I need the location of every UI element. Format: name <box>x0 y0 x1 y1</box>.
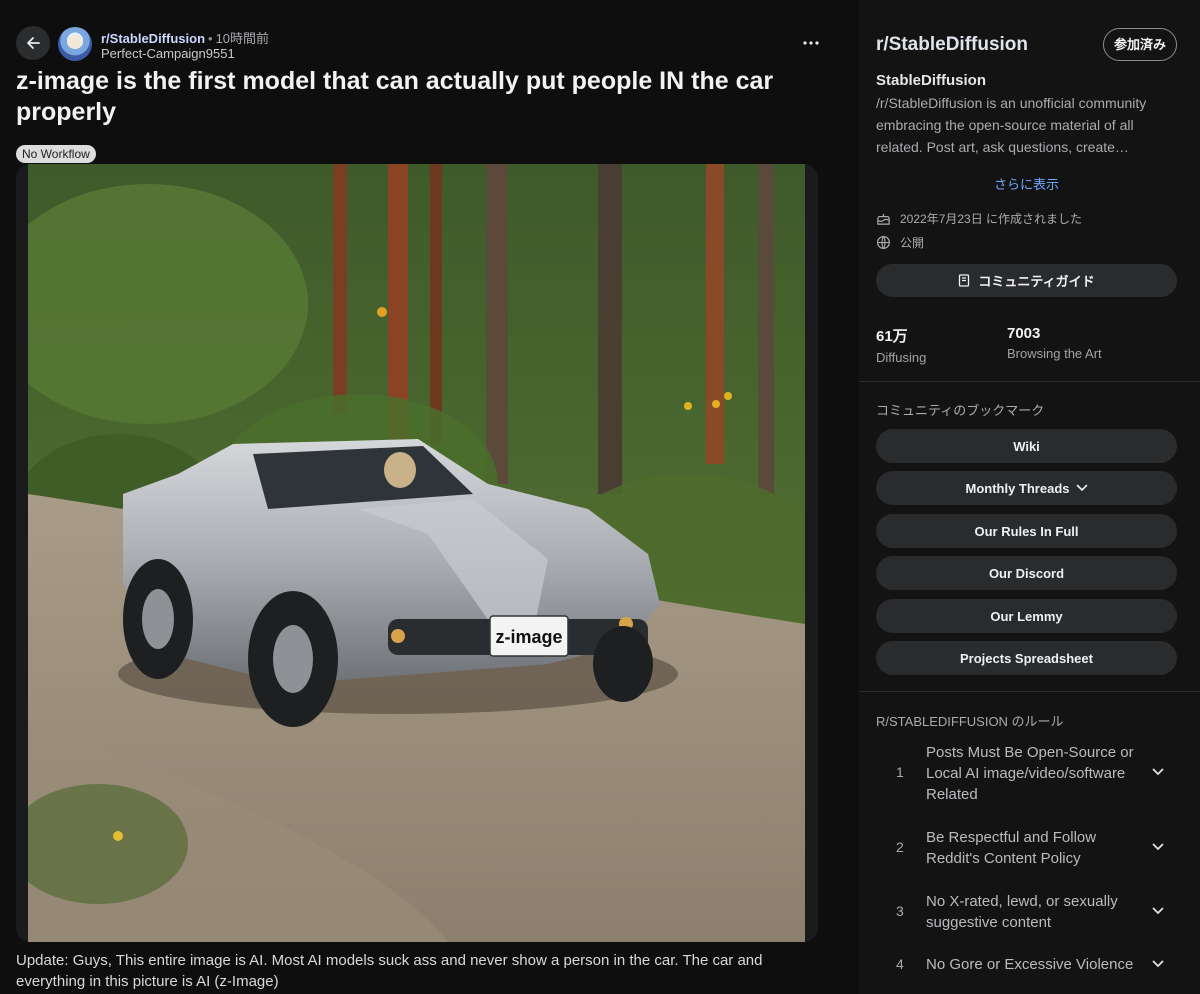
sidebar-divider <box>859 381 1200 382</box>
post-header: r/StableDiffusion • 10時間前 Perfect-Campaign… <box>16 26 826 62</box>
online-stat: 7003 Browsing the Art <box>1007 325 1102 361</box>
bookmark-monthly-threads-button[interactable]: Monthly Threads <box>876 471 1177 505</box>
bookmark-label: Our Lemmy <box>990 608 1063 624</box>
bookmark-spreadsheet-button[interactable]: Projects Spreadsheet <box>876 641 1177 675</box>
post-time: 10時間前 <box>215 31 270 46</box>
rule-text: No Gore or Excessive Violence <box>926 956 1134 973</box>
post-media[interactable]: z-image <box>16 164 818 942</box>
more-options-button[interactable] <box>796 32 826 56</box>
post-title: z-image is the first model that can actu… <box>16 67 774 126</box>
separator-dot: • <box>208 31 213 46</box>
bookmark-wiki-button[interactable]: Wiki <box>876 429 1177 463</box>
rule-number: 3 <box>896 903 904 919</box>
chevron-down-icon <box>1152 768 1164 776</box>
visibility-text: 公開 <box>900 236 925 250</box>
back-button[interactable] <box>16 26 50 60</box>
car-photo: z-image <box>28 164 805 942</box>
rule-item[interactable]: 1 Posts Must Be Open-Source or Local AI … <box>876 742 1181 806</box>
member-count: 61万 <box>876 328 908 345</box>
rule-item[interactable]: 3 No X-rated, lewd, or sexually suggesti… <box>876 891 1181 935</box>
sidebar-divider <box>859 691 1200 692</box>
rule-number: 2 <box>896 839 904 855</box>
rules-section-title: R/STABLEDIFFUSION のルール <box>876 714 1064 729</box>
rule-number: 4 <box>896 956 904 972</box>
bookmark-discord-button[interactable]: Our Discord <box>876 556 1177 590</box>
rule-text: Posts Must Be Open-Source or Local AI im… <box>926 744 1134 803</box>
bookmark-label: Our Discord <box>988 565 1065 581</box>
community-sidebar: r/StableDiffusion 参加済み StableDiffusion /… <box>859 0 1200 994</box>
subreddit-avatar[interactable] <box>58 27 92 61</box>
sidebar-community-title[interactable]: r/StableDiffusion <box>876 34 1028 56</box>
license-plate-text: z-image <box>495 627 562 647</box>
member-stat: 61万 Diffusing <box>876 325 926 365</box>
bookmark-rules-button[interactable]: Our Rules In Full <box>876 514 1177 548</box>
bookmark-label: Projects Spreadsheet <box>960 650 1093 666</box>
post-flair[interactable]: No Workflow <box>16 145 96 163</box>
subreddit-line: r/StableDiffusion • 10時間前 <box>101 28 269 47</box>
online-count: 7003 <box>1007 325 1041 342</box>
bookmark-label: Wiki <box>1013 438 1040 454</box>
created-date-text: 2022年7月23日 に作成されました <box>900 212 1083 226</box>
member-label: Diffusing <box>876 350 927 365</box>
rule-text: No X-rated, lewd, or sexually suggestive… <box>926 893 1118 931</box>
post-body-text: Update: Guys, This entire image is AI. M… <box>16 952 763 990</box>
chevron-down-icon <box>1152 843 1164 851</box>
cake-icon <box>877 213 890 225</box>
more-horizontal-icon <box>803 41 819 45</box>
book-icon <box>959 274 970 287</box>
community-description: /r/StableDiffusion is an unofficial comm… <box>876 95 1147 155</box>
rule-text: Be Respectful and Follow Reddit's Conten… <box>926 829 1097 867</box>
arrow-left-icon <box>27 37 40 49</box>
bookmarks-section-title: コミュニティのブックマーク <box>876 403 1045 418</box>
show-more-link[interactable]: さらに表示 <box>859 174 1194 193</box>
visibility-row: 公開 <box>876 234 924 251</box>
chevron-down-icon <box>1152 960 1164 968</box>
community-guide-label: コミュニティガイド <box>978 274 1095 289</box>
chevron-down-icon <box>1076 484 1087 492</box>
bookmark-label: Monthly Threads <box>965 480 1070 496</box>
rule-item[interactable]: 2 Be Respectful and Follow Reddit's Cont… <box>876 827 1181 871</box>
rule-number: 1 <box>896 764 904 780</box>
created-date-row: 2022年7月23日 に作成されました <box>876 210 1082 227</box>
post-author[interactable]: Perfect-Campaign9551 <box>101 46 235 61</box>
bookmark-label: Our Rules In Full <box>974 523 1079 539</box>
chevron-down-icon <box>1152 907 1164 915</box>
globe-icon <box>876 235 891 250</box>
post-main: r/StableDiffusion • 10時間前 Perfect-Campaign… <box>0 0 858 994</box>
rule-item[interactable]: 4 No Gore or Excessive Violence <box>876 954 1181 978</box>
joined-button[interactable]: 参加済み <box>1103 28 1177 61</box>
online-label: Browsing the Art <box>1007 346 1102 361</box>
subreddit-link[interactable]: r/StableDiffusion <box>101 31 205 46</box>
bookmark-lemmy-button[interactable]: Our Lemmy <box>876 599 1177 633</box>
community-guide-button[interactable]: コミュニティガイド <box>876 264 1177 297</box>
community-name: StableDiffusion <box>876 72 987 89</box>
